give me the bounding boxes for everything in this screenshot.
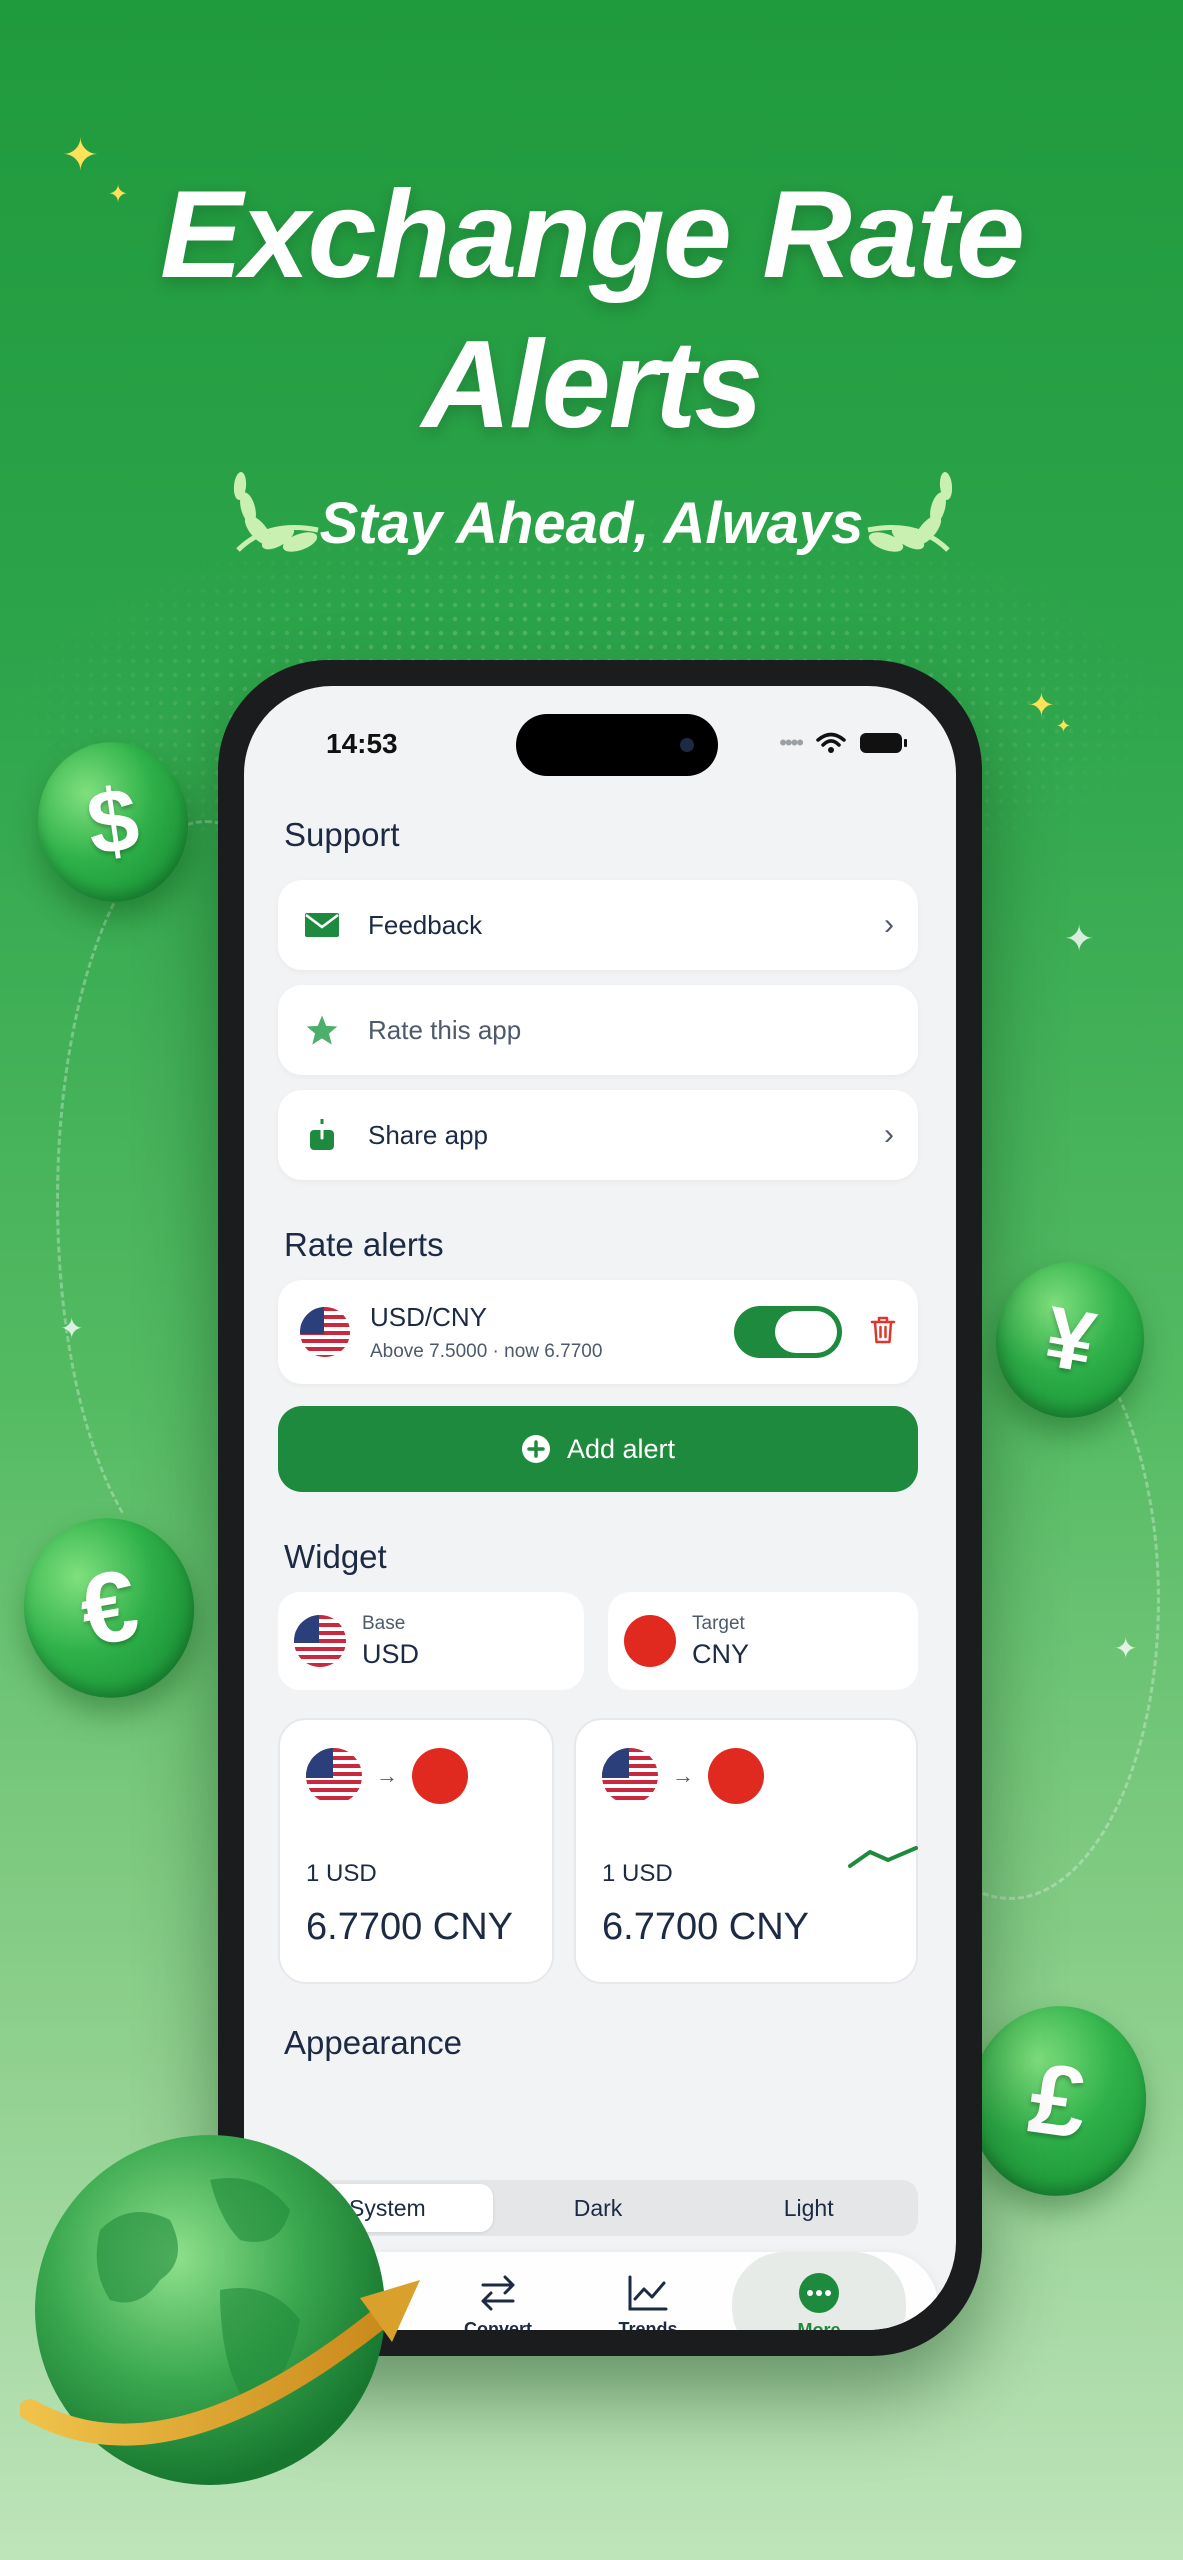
section-title-appearance: Appearance [284,2024,462,2061]
headline-line-2: Alerts [421,316,763,454]
widget-base-picker[interactable]: Base USD [278,1592,584,1690]
alert-detail: Above 7.5000 · now 6.7700 [370,1340,603,1362]
share-icon [302,1118,342,1152]
china-flag-icon [708,1748,764,1804]
appearance-option-light[interactable]: Light [703,2184,914,2232]
section-title-rate-alerts: Rate alerts [284,1226,444,1263]
chart-icon [628,2275,668,2310]
support-item-label: Feedback [368,909,483,940]
tab-convert[interactable]: Convert [428,2252,568,2330]
widget-flags: → [306,1748,526,1804]
widget-amount: 1 USD [306,1860,377,1887]
section-title-widget: Widget [284,1538,387,1575]
chevron-right-icon: › [884,908,894,941]
target-value: CNY [692,1638,750,1669]
arrow-right-icon: → [376,1763,398,1788]
arrow-right-icon: → [672,1763,694,1788]
globe-icon [20,2135,420,2485]
target-label: Target [692,1612,745,1634]
promo-headline: Exchange Rate Alerts [0,160,1183,460]
battery-icon [860,733,907,753]
tab-label: Convert [463,2318,532,2331]
plus-circle-icon [521,1435,550,1463]
app-screen: 14:53 •••• Support Feedback › Rate this [244,686,956,2330]
support-item-label: Rate this app [368,1014,522,1045]
chevron-right-icon: › [884,1118,894,1151]
dynamic-island [516,714,718,776]
status-icons: •••• [779,730,907,756]
pound-coin-icon: £ [957,1994,1159,2208]
add-alert-label: Add alert [566,1433,676,1464]
alert-info: USD/CNY Above 7.5000 · now 6.7700 [370,1302,734,1363]
support-item-rate-app[interactable]: Rate this app [278,985,918,1075]
sparkle-icon: ✦ [1028,687,1055,723]
appearance-option-dark[interactable]: Dark [493,2184,704,2232]
add-alert-button[interactable]: Add alert [278,1406,918,1492]
tab-label: More [797,2319,841,2331]
tab-trends[interactable]: Trends [578,2252,718,2330]
china-flag-icon [624,1615,676,1667]
trend-sparkline-icon [848,1846,918,1868]
alert-pair: USD/CNY [370,1301,488,1332]
widget-preview-medium[interactable]: → 1 USD 6.7700 CNY [574,1718,918,1984]
base-label: Base [362,1612,406,1634]
us-flag-icon [300,1307,350,1357]
headline-line-1: Exchange Rate [159,166,1025,304]
promo-tagline: Stay Ahead, Always [319,491,864,556]
widget-amount: 1 USD [602,1860,673,1887]
signal-dots-icon: •••• [779,730,804,755]
tab-more[interactable]: More [732,2252,906,2330]
widget-result: 6.7700 CNY [306,1906,514,1948]
trash-icon[interactable] [870,1315,896,1350]
widget-result: 6.7700 CNY [602,1906,810,1948]
widget-flags: → [602,1748,890,1804]
star-icon [302,1014,342,1046]
us-flag-icon [602,1748,658,1804]
phone-frame: 14:53 •••• Support Feedback › Rate this [218,660,982,2356]
support-item-feedback[interactable]: Feedback › [278,880,918,970]
sparkle-icon: ✦ [1056,716,1072,736]
widget-target-picker[interactable]: Target CNY [608,1592,918,1690]
tab-label: Trends [618,2318,678,2331]
status-time: 14:53 [326,728,398,759]
widget-preview-small[interactable]: → 1 USD 6.7700 CNY [278,1718,554,1984]
alert-item[interactable]: USD/CNY Above 7.5000 · now 6.7700 [278,1280,918,1384]
convert-arrows-icon [481,2275,515,2310]
china-flag-icon [412,1748,468,1804]
support-item-label: Share app [368,1119,488,1150]
base-value: USD [362,1638,420,1669]
section-title-support: Support [284,816,400,853]
sparkle-icon: ✦ [1064,918,1095,959]
support-item-share[interactable]: Share app › [278,1090,918,1180]
us-flag-icon [294,1615,346,1667]
wifi-icon [816,732,846,753]
envelope-icon [302,912,342,938]
alert-toggle[interactable] [734,1306,842,1358]
more-icon [799,2272,839,2313]
us-flag-icon [306,1748,362,1804]
